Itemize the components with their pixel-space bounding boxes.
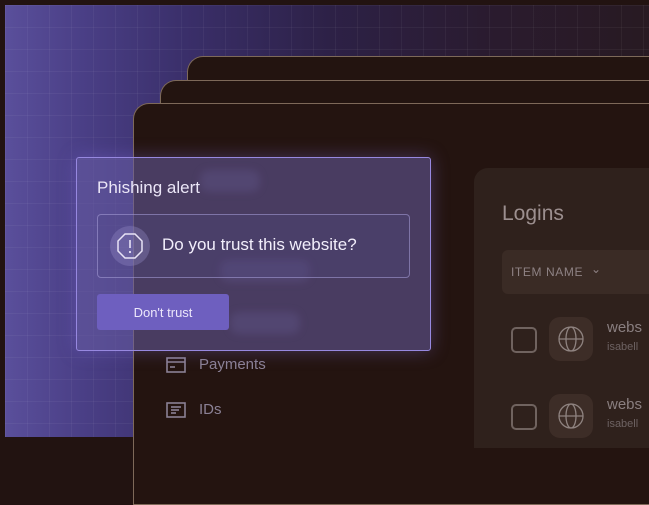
list-item[interactable]: webs isabell xyxy=(502,390,649,450)
row-subtitle: isabell xyxy=(607,341,639,353)
trust-prompt: Do you trust this website? xyxy=(97,214,410,278)
item-name-column-header[interactable]: ITEM NAME ⌄ xyxy=(502,250,649,294)
row-subtitle: isabell xyxy=(607,418,639,430)
globe-icon xyxy=(549,394,593,438)
logins-panel: Logins ITEM NAME ⌄ webs isabell webs isa… xyxy=(474,168,649,448)
warning-octagon-icon xyxy=(110,226,150,266)
row-title: webs xyxy=(607,319,643,336)
sidebar-item-label: IDs xyxy=(199,401,222,418)
row-checkbox[interactable] xyxy=(511,327,537,353)
id-card-icon xyxy=(166,402,186,418)
globe-icon xyxy=(549,317,593,361)
list-item[interactable]: webs isabell xyxy=(502,313,649,373)
trust-question: Do you trust this website? xyxy=(162,235,357,254)
card-icon xyxy=(166,357,186,373)
logins-title: Logins xyxy=(502,202,564,225)
chevron-down-icon: ⌄ xyxy=(591,262,602,276)
row-title: webs xyxy=(607,396,643,413)
sidebar-item-label: Payments xyxy=(199,356,266,373)
alert-title: Phishing alert xyxy=(97,178,201,197)
phishing-alert-dialog: Phishing alert Do you trust this website… xyxy=(76,157,431,351)
row-checkbox[interactable] xyxy=(511,404,537,430)
dont-trust-button[interactable]: Don't trust xyxy=(97,294,229,330)
column-header-label: ITEM NAME xyxy=(511,265,584,279)
